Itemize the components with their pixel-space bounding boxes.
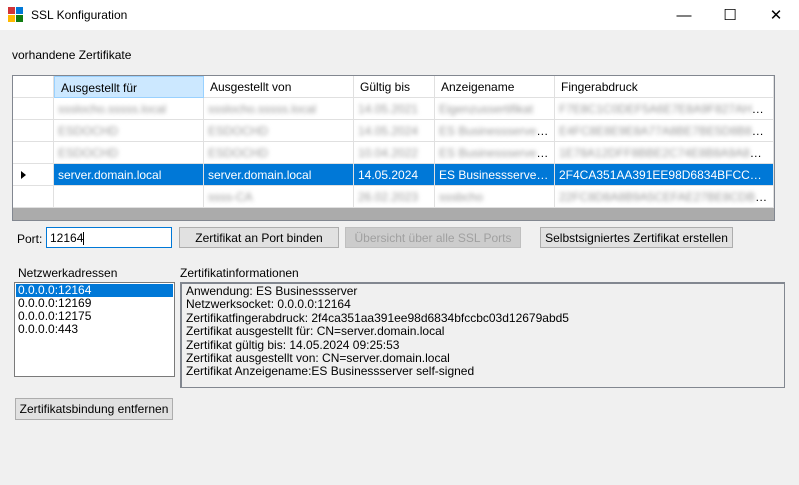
info-line: Zertifikat ausgestellt für: CN=server.do… bbox=[186, 324, 445, 339]
row-header[interactable] bbox=[13, 142, 54, 164]
table-row[interactable]: ssslocho.sssss.local ssslocho.sssss.local… bbox=[13, 98, 774, 120]
table-row[interactable]: ssss-CA 26.02.2023 sssbcho 22FC8D8A8B9A5CEF… bbox=[13, 186, 774, 208]
port-input-value: 12164 bbox=[50, 231, 84, 245]
certificates-grid[interactable]: Ausgestellt für Ausgestellt von Gültig b… bbox=[12, 75, 775, 221]
port-label: Port: bbox=[17, 232, 43, 246]
cell-fingerprint[interactable]: F7E8C1C0DEF5A6E7E8A9F827AH0D0A... bbox=[555, 98, 774, 120]
info-line: Netzwerksocket: 0.0.0.0:12164 bbox=[186, 297, 351, 312]
create-self-signed-button[interactable]: Selbstsigniertes Zertifikat erstellen bbox=[540, 227, 733, 248]
info-line: Zertifikat gültig bis: 14.05.2024 09:25:… bbox=[186, 337, 400, 352]
grid-corner-header bbox=[13, 76, 54, 98]
cell-issued-by[interactable]: ssss-CA bbox=[204, 186, 354, 208]
row-header[interactable] bbox=[13, 186, 54, 208]
port-input[interactable]: 12164 bbox=[46, 227, 172, 248]
current-row-arrow-icon bbox=[21, 171, 26, 179]
column-header-fingerprint[interactable]: Fingerabdruck bbox=[555, 76, 774, 98]
column-header-issued-to[interactable]: Ausgestellt für bbox=[54, 76, 204, 98]
cell-display-name[interactable]: ES Businessserver se... bbox=[435, 120, 555, 142]
cell-issued-by[interactable]: ssslocho.sssss.local bbox=[204, 98, 354, 120]
text-cursor bbox=[83, 232, 85, 246]
grid-header: Ausgestellt für Ausgestellt von Gültig b… bbox=[13, 76, 774, 98]
cell-valid-until[interactable]: 14.05.2024 bbox=[354, 164, 435, 186]
cell-issued-to[interactable]: ssslocho.sssss.local bbox=[54, 98, 204, 120]
network-addresses-label: Netzwerkadressen bbox=[18, 266, 118, 280]
row-header[interactable] bbox=[13, 120, 54, 142]
maximize-icon[interactable]: ☐ bbox=[707, 0, 753, 30]
cell-display-name[interactable]: ES Businessserver se... bbox=[435, 142, 555, 164]
app-icon bbox=[8, 7, 24, 23]
ssl-ports-overview-button[interactable]: Übersicht über alle SSL Ports bbox=[345, 227, 521, 248]
info-line: Zertifikat ausgestellt von: CN=server.do… bbox=[186, 350, 450, 365]
title-bar: SSL Konfiguration — ☐ ✕ bbox=[0, 0, 799, 30]
cell-issued-to[interactable] bbox=[54, 186, 204, 208]
column-header-valid-until[interactable]: Gültig bis bbox=[354, 76, 435, 98]
cell-fingerprint[interactable]: 2F4CA351AA391EE98D6834BFCCBC03D... bbox=[555, 164, 774, 186]
cell-issued-by[interactable]: ESDOCHD bbox=[204, 142, 354, 164]
minimize-icon[interactable]: — bbox=[661, 0, 707, 30]
info-line: Zertifikat Anzeigename:ES Businessserver… bbox=[186, 364, 475, 379]
cell-fingerprint[interactable]: E4FC8E8E9E8A77A8BE7BE5D8B8DBA... bbox=[555, 120, 774, 142]
info-line: Anwendung: ES Businessserver bbox=[186, 284, 358, 298]
cell-fingerprint[interactable]: 22FC8D8A8B9A5CEFAE27BE8CDBC8E... bbox=[555, 186, 774, 208]
info-line: Zertifikatfingerabdruck: 2f4ca351aa391ee… bbox=[186, 310, 569, 325]
remove-binding-button[interactable]: Zertifikatsbindung entfernen bbox=[15, 398, 173, 420]
certificate-info-label: Zertifikatinformationen bbox=[180, 266, 299, 280]
cell-display-name[interactable]: ES Businessserver se... bbox=[435, 164, 555, 186]
window-title: SSL Konfiguration bbox=[31, 8, 128, 22]
bind-certificate-button[interactable]: Zertifikat an Port binden bbox=[179, 227, 339, 248]
column-header-display-name[interactable]: Anzeigename bbox=[435, 76, 555, 98]
cell-issued-by[interactable]: server.domain.local bbox=[204, 164, 354, 186]
row-header[interactable] bbox=[13, 164, 54, 186]
certificate-info-box: Anwendung: ES Businessserver Netzwerksock… bbox=[180, 282, 785, 388]
cell-issued-to[interactable]: ESDOCHD bbox=[54, 120, 204, 142]
list-item[interactable]: 0.0.0.0:443 bbox=[16, 323, 173, 336]
column-header-issued-by[interactable]: Ausgestellt von bbox=[204, 76, 354, 98]
cell-valid-until[interactable]: 10.04.2022 bbox=[354, 142, 435, 164]
cell-fingerprint[interactable]: 1E78A12DFF8BBE2C74E8B8A9A8E3B... bbox=[555, 142, 774, 164]
close-icon[interactable]: ✕ bbox=[753, 0, 799, 30]
row-header[interactable] bbox=[13, 98, 54, 120]
cell-display-name[interactable]: sssbcho bbox=[435, 186, 555, 208]
cell-valid-until[interactable]: 14.05.2021 bbox=[354, 98, 435, 120]
cell-valid-until[interactable]: 26.02.2023 bbox=[354, 186, 435, 208]
cell-valid-until[interactable]: 14.05.2024 bbox=[354, 120, 435, 142]
table-row[interactable]: ESDOCHD ESDOCHD 14.05.2024 ES Businessserve… bbox=[13, 120, 774, 142]
cell-issued-by[interactable]: ESDOCHD bbox=[204, 120, 354, 142]
cell-issued-to[interactable]: ESDOCHD bbox=[54, 142, 204, 164]
cell-display-name[interactable]: Eigenzussertifikat bbox=[435, 98, 555, 120]
network-addresses-list[interactable]: 0.0.0.0:12164 0.0.0.0:12169 0.0.0.0:12175 0… bbox=[14, 282, 175, 377]
cell-issued-to[interactable]: server.domain.local bbox=[54, 164, 204, 186]
table-row[interactable]: server.domain.local server.domain.local 14… bbox=[13, 164, 774, 186]
table-row[interactable]: ESDOCHD ESDOCHD 10.04.2022 ES Businessserve… bbox=[13, 142, 774, 164]
certificates-label: vorhandene Zertifikate bbox=[12, 48, 132, 62]
